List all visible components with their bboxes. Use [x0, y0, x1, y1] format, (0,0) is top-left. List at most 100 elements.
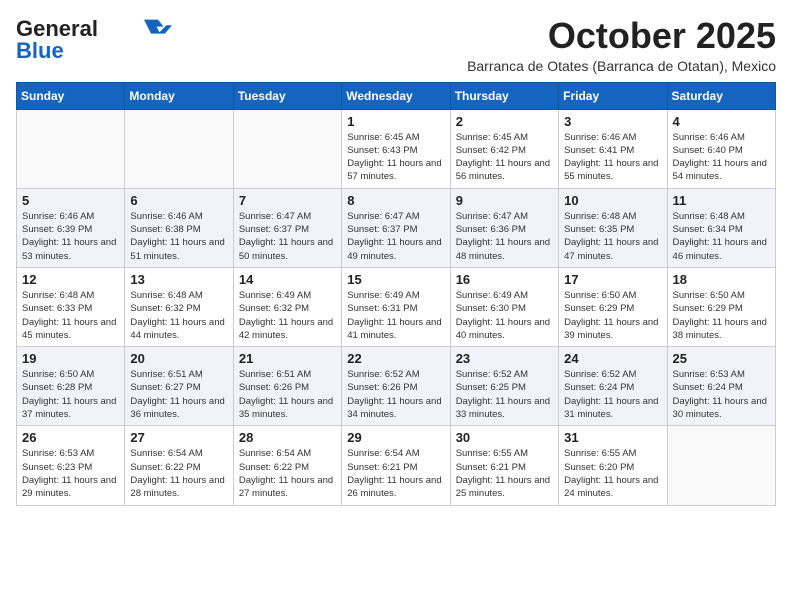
logo-icon	[144, 19, 172, 37]
day-info: Sunrise: 6:53 AM Sunset: 6:24 PM Dayligh…	[673, 368, 770, 421]
day-number: 12	[22, 272, 119, 287]
col-header-wednesday: Wednesday	[342, 82, 450, 109]
col-header-tuesday: Tuesday	[233, 82, 341, 109]
calendar-week-row: 12 Sunrise: 6:48 AM Sunset: 6:33 PM Dayli…	[17, 267, 776, 346]
calendar-cell: 16 Sunrise: 6:49 AM Sunset: 6:30 PM Dayli…	[450, 267, 558, 346]
day-number: 15	[347, 272, 444, 287]
calendar-cell: 9Sunrise: 6:47 AM Sunset: 6:36 PM Daylig…	[450, 188, 558, 267]
day-info: Sunrise: 6:47 AM Sunset: 6:36 PM Dayligh…	[456, 210, 553, 263]
day-number: 27	[130, 430, 227, 445]
calendar-header-row: SundayMondayTuesdayWednesdayThursdayFrid…	[17, 82, 776, 109]
calendar-cell: 12 Sunrise: 6:48 AM Sunset: 6:33 PM Dayli…	[17, 267, 125, 346]
month-title: October 2025	[467, 16, 776, 56]
calendar-cell: 15Sunrise: 6:49 AM Sunset: 6:31 PM Dayli…	[342, 267, 450, 346]
title-block: October 2025 Barranca de Otates (Barranc…	[467, 16, 776, 74]
day-number: 11	[673, 193, 770, 208]
day-number: 22	[347, 351, 444, 366]
calendar-cell	[17, 109, 125, 188]
day-number: 28	[239, 430, 336, 445]
calendar-cell: 21Sunrise: 6:51 AM Sunset: 6:26 PM Dayli…	[233, 347, 341, 426]
calendar-cell: 24 Sunrise: 6:52 AM Sunset: 6:24 PM Dayli…	[559, 347, 667, 426]
calendar-week-row: 1Sunrise: 6:45 AM Sunset: 6:43 PM Daylig…	[17, 109, 776, 188]
calendar-cell: 18 Sunrise: 6:50 AM Sunset: 6:29 PM Dayli…	[667, 267, 775, 346]
calendar-cell: 29Sunrise: 6:54 AM Sunset: 6:21 PM Dayli…	[342, 426, 450, 505]
day-info: Sunrise: 6:54 AM Sunset: 6:22 PM Dayligh…	[130, 447, 227, 500]
day-number: 16	[456, 272, 553, 287]
day-info: Sunrise: 6:52 AM Sunset: 6:25 PM Dayligh…	[456, 368, 553, 421]
day-info: Sunrise: 6:50 AM Sunset: 6:28 PM Dayligh…	[22, 368, 119, 421]
day-info: Sunrise: 6:48 AM Sunset: 6:32 PM Dayligh…	[130, 289, 227, 342]
calendar-cell: 22 Sunrise: 6:52 AM Sunset: 6:26 PM Dayli…	[342, 347, 450, 426]
logo: General Blue	[16, 16, 172, 64]
calendar-cell	[125, 109, 233, 188]
calendar-cell: 26Sunrise: 6:53 AM Sunset: 6:23 PM Dayli…	[17, 426, 125, 505]
day-info: Sunrise: 6:49 AM Sunset: 6:30 PM Dayligh…	[456, 289, 553, 342]
day-info: Sunrise: 6:48 AM Sunset: 6:33 PM Dayligh…	[22, 289, 119, 342]
calendar-cell: 28 Sunrise: 6:54 AM Sunset: 6:22 PM Dayli…	[233, 426, 341, 505]
calendar-cell: 30 Sunrise: 6:55 AM Sunset: 6:21 PM Dayli…	[450, 426, 558, 505]
calendar-cell: 6 Sunrise: 6:46 AM Sunset: 6:38 PM Daylig…	[125, 188, 233, 267]
day-number: 1	[347, 114, 444, 129]
calendar-cell: 8 Sunrise: 6:47 AM Sunset: 6:37 PM Daylig…	[342, 188, 450, 267]
day-number: 24	[564, 351, 661, 366]
day-info: Sunrise: 6:55 AM Sunset: 6:20 PM Dayligh…	[564, 447, 661, 500]
calendar-cell: 31 Sunrise: 6:55 AM Sunset: 6:20 PM Dayli…	[559, 426, 667, 505]
day-info: Sunrise: 6:46 AM Sunset: 6:40 PM Dayligh…	[673, 131, 770, 184]
logo-blue: Blue	[16, 38, 64, 64]
day-number: 5	[22, 193, 119, 208]
day-number: 26	[22, 430, 119, 445]
day-number: 3	[564, 114, 661, 129]
calendar-cell: 7Sunrise: 6:47 AM Sunset: 6:37 PM Daylig…	[233, 188, 341, 267]
day-number: 21	[239, 351, 336, 366]
day-number: 14	[239, 272, 336, 287]
day-info: Sunrise: 6:48 AM Sunset: 6:35 PM Dayligh…	[564, 210, 661, 263]
page-header: General Blue October 2025 Barranca de Ot…	[16, 16, 776, 74]
calendar-table: SundayMondayTuesdayWednesdayThursdayFrid…	[16, 82, 776, 506]
day-number: 4	[673, 114, 770, 129]
calendar-cell: 20Sunrise: 6:51 AM Sunset: 6:27 PM Dayli…	[125, 347, 233, 426]
calendar-cell: 11 Sunrise: 6:48 AM Sunset: 6:34 PM Dayli…	[667, 188, 775, 267]
calendar-cell: 1Sunrise: 6:45 AM Sunset: 6:43 PM Daylig…	[342, 109, 450, 188]
calendar-week-row: 26Sunrise: 6:53 AM Sunset: 6:23 PM Dayli…	[17, 426, 776, 505]
day-number: 25	[673, 351, 770, 366]
day-info: Sunrise: 6:48 AM Sunset: 6:34 PM Dayligh…	[673, 210, 770, 263]
calendar-cell: 13Sunrise: 6:48 AM Sunset: 6:32 PM Dayli…	[125, 267, 233, 346]
calendar-cell: 17 Sunrise: 6:50 AM Sunset: 6:29 PM Dayli…	[559, 267, 667, 346]
day-info: Sunrise: 6:52 AM Sunset: 6:24 PM Dayligh…	[564, 368, 661, 421]
day-number: 8	[347, 193, 444, 208]
day-info: Sunrise: 6:54 AM Sunset: 6:22 PM Dayligh…	[239, 447, 336, 500]
day-info: Sunrise: 6:54 AM Sunset: 6:21 PM Dayligh…	[347, 447, 444, 500]
day-number: 18	[673, 272, 770, 287]
calendar-cell: 14 Sunrise: 6:49 AM Sunset: 6:32 PM Dayli…	[233, 267, 341, 346]
col-header-monday: Monday	[125, 82, 233, 109]
day-number: 31	[564, 430, 661, 445]
col-header-saturday: Saturday	[667, 82, 775, 109]
day-number: 30	[456, 430, 553, 445]
day-number: 2	[456, 114, 553, 129]
day-info: Sunrise: 6:55 AM Sunset: 6:21 PM Dayligh…	[456, 447, 553, 500]
calendar-cell: 19 Sunrise: 6:50 AM Sunset: 6:28 PM Dayli…	[17, 347, 125, 426]
calendar-cell: 5 Sunrise: 6:46 AM Sunset: 6:39 PM Daylig…	[17, 188, 125, 267]
calendar-cell: 3 Sunrise: 6:46 AM Sunset: 6:41 PM Daylig…	[559, 109, 667, 188]
calendar-week-row: 5 Sunrise: 6:46 AM Sunset: 6:39 PM Daylig…	[17, 188, 776, 267]
day-info: Sunrise: 6:46 AM Sunset: 6:41 PM Dayligh…	[564, 131, 661, 184]
calendar-cell: 23Sunrise: 6:52 AM Sunset: 6:25 PM Dayli…	[450, 347, 558, 426]
day-number: 7	[239, 193, 336, 208]
day-info: Sunrise: 6:50 AM Sunset: 6:29 PM Dayligh…	[564, 289, 661, 342]
calendar-cell	[233, 109, 341, 188]
day-info: Sunrise: 6:46 AM Sunset: 6:38 PM Dayligh…	[130, 210, 227, 263]
calendar-cell: 10Sunrise: 6:48 AM Sunset: 6:35 PM Dayli…	[559, 188, 667, 267]
day-info: Sunrise: 6:51 AM Sunset: 6:27 PM Dayligh…	[130, 368, 227, 421]
day-info: Sunrise: 6:47 AM Sunset: 6:37 PM Dayligh…	[347, 210, 444, 263]
day-info: Sunrise: 6:50 AM Sunset: 6:29 PM Dayligh…	[673, 289, 770, 342]
col-header-friday: Friday	[559, 82, 667, 109]
day-number: 19	[22, 351, 119, 366]
calendar-cell: 4 Sunrise: 6:46 AM Sunset: 6:40 PM Daylig…	[667, 109, 775, 188]
day-number: 6	[130, 193, 227, 208]
day-info: Sunrise: 6:49 AM Sunset: 6:32 PM Dayligh…	[239, 289, 336, 342]
day-number: 17	[564, 272, 661, 287]
day-info: Sunrise: 6:52 AM Sunset: 6:26 PM Dayligh…	[347, 368, 444, 421]
day-info: Sunrise: 6:46 AM Sunset: 6:39 PM Dayligh…	[22, 210, 119, 263]
location-subtitle: Barranca de Otates (Barranca de Otatan),…	[467, 58, 776, 74]
calendar-cell: 27 Sunrise: 6:54 AM Sunset: 6:22 PM Dayli…	[125, 426, 233, 505]
